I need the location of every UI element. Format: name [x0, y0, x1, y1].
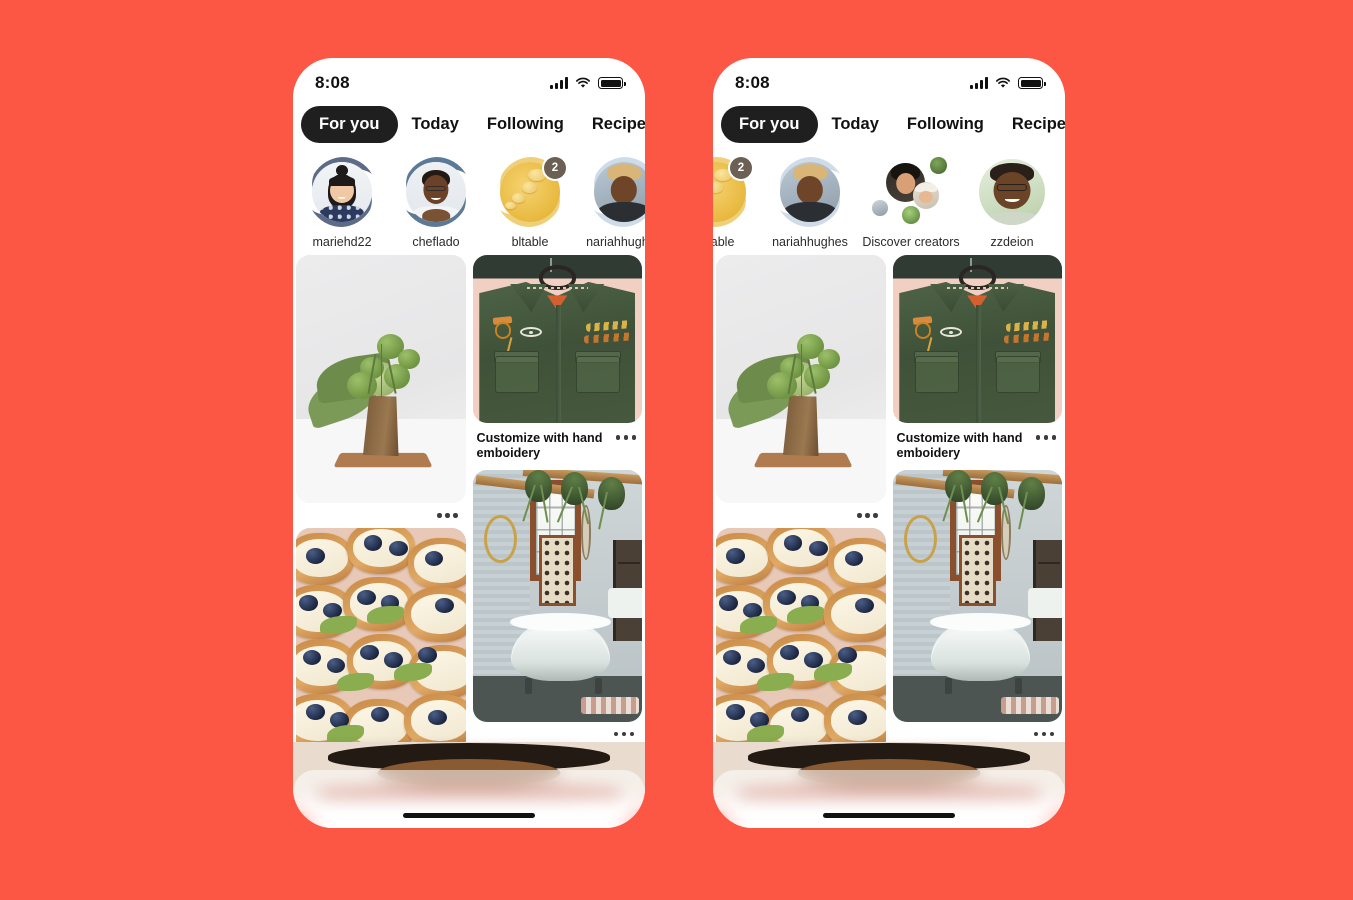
story-item-mariehd22[interactable]: mariehd22 — [295, 157, 389, 249]
avatar-nariahhughes — [780, 162, 840, 222]
pin-column-left — [716, 255, 886, 803]
tab-following[interactable]: Following — [893, 106, 998, 143]
cellular-bars-icon — [550, 77, 568, 89]
pin-column-right: Customize with hand emboidery — [892, 255, 1063, 803]
more-options-icon[interactable] — [1034, 431, 1059, 444]
story-item-cheflado[interactable]: cheflado — [389, 157, 483, 249]
pin-caption-row: Customize with hand emboidery — [893, 423, 1063, 464]
pin-image-plant-vase[interactable] — [296, 255, 466, 503]
pin-image-embroidered-jacket[interactable] — [892, 255, 1062, 423]
more-options-icon[interactable] — [614, 431, 639, 444]
story-item-discover-creators[interactable]: Discover creators — [857, 157, 965, 249]
battery-full-icon — [1018, 77, 1046, 89]
tab-for-you[interactable]: For you — [301, 106, 398, 143]
pin-grid: Customize with hand emboidery — [713, 255, 1065, 803]
pin-grid: Customize with hand emboidery — [293, 255, 645, 803]
pin-image-plant-vase[interactable] — [716, 255, 886, 503]
tab-today[interactable]: Today — [398, 106, 473, 143]
pin-card-jacket[interactable]: Customize with hand emboidery — [472, 255, 643, 464]
story-ring — [775, 157, 845, 227]
avatar-nariahhughes — [594, 162, 645, 222]
pin-card-plant[interactable] — [716, 255, 886, 522]
tab-following[interactable]: Following — [473, 106, 578, 143]
story-username: Discover creators — [862, 235, 960, 249]
story-username: bltable — [511, 235, 549, 249]
pin-title: Customize with hand emboidery — [896, 431, 1023, 461]
phone-mockup-right: 8:08 For you Today Following Recipes — [713, 58, 1065, 828]
battery-full-icon — [598, 77, 626, 89]
bottom-sheet-overlay — [713, 770, 1065, 828]
pin-column-left — [296, 255, 466, 803]
more-options-icon[interactable] — [855, 509, 880, 522]
story-item-bltable[interactable]: 2 bltable — [713, 157, 763, 249]
more-options-icon[interactable] — [1032, 728, 1057, 741]
story-username: mariehd22 — [312, 235, 372, 249]
avatar-cheflado — [406, 162, 466, 222]
status-indicators — [550, 77, 626, 89]
story-username: zzdeion — [990, 235, 1034, 249]
story-username: bltable — [713, 235, 735, 249]
story-ring — [589, 157, 645, 227]
pin-card-plant[interactable] — [296, 255, 466, 522]
tab-recipes[interactable]: Recipes — [998, 106, 1065, 143]
pin-card-bathroom[interactable] — [472, 469, 643, 741]
poster-background: 8:08 For you Today Following Recipes — [0, 0, 1353, 900]
story-ring: 2 — [713, 157, 752, 227]
story-ring — [401, 157, 471, 227]
avatar-zzdeion — [979, 159, 1045, 225]
tab-recipes[interactable]: Recipes — [578, 106, 645, 143]
story-ring — [307, 157, 377, 227]
pin-card-jacket[interactable]: Customize with hand emboidery — [892, 255, 1063, 464]
status-time: 8:08 — [315, 73, 350, 92]
pin-image-bathroom[interactable] — [892, 469, 1062, 722]
story-item-bltable[interactable]: 2 bltable — [483, 157, 577, 249]
blurred-panel — [293, 770, 645, 828]
cellular-bars-icon — [970, 77, 988, 89]
more-options-icon[interactable] — [612, 728, 637, 741]
phone-mockup-left: 8:08 For you Today Following Recipes — [293, 58, 645, 828]
blurred-panel — [713, 770, 1065, 828]
home-indicator-bar — [823, 813, 955, 818]
creator-cluster-avatar — [872, 157, 950, 227]
story-username: nariahhughes — [772, 235, 848, 249]
pin-overflow-row — [716, 503, 886, 522]
bottom-sheet-overlay — [293, 770, 645, 828]
story-ring: 2 — [495, 157, 566, 227]
pin-column-right: Customize with hand emboidery — [472, 255, 643, 803]
pin-image-embroidered-jacket[interactable] — [472, 255, 642, 423]
home-indicator-bar — [403, 813, 535, 818]
status-bar: 8:08 — [713, 58, 1065, 102]
story-rail[interactable]: mariehd22 cheflado 2 bltable nariahhug — [293, 153, 645, 255]
pin-overflow-row — [473, 722, 643, 741]
story-rail[interactable]: 2 bltable — [713, 153, 1065, 255]
tab-for-you[interactable]: For you — [721, 106, 818, 143]
status-bar: 8:08 — [293, 58, 645, 102]
avatar-mariehd22 — [312, 162, 372, 222]
story-unread-badge: 2 — [730, 157, 752, 179]
wifi-icon — [576, 77, 590, 88]
story-ring — [977, 157, 1047, 227]
pin-image-bathroom[interactable] — [472, 469, 642, 722]
tab-today[interactable]: Today — [818, 106, 893, 143]
status-indicators — [970, 77, 1046, 89]
more-options-icon[interactable] — [435, 509, 460, 522]
story-username: nariahhughes — [586, 235, 645, 249]
story-unread-badge: 2 — [544, 157, 566, 179]
pin-overflow-row — [296, 503, 466, 522]
app-screen-left: 8:08 For you Today Following Recipes — [293, 58, 645, 828]
story-item-nariahhughes[interactable]: nariahhughes — [763, 157, 857, 249]
app-screen-right: 8:08 For you Today Following Recipes — [713, 58, 1065, 828]
feed-tab-bar: For you Today Following Recipes — [293, 102, 645, 153]
story-username: cheflado — [412, 235, 460, 249]
feed-tab-bar: For you Today Following Recipes — [713, 102, 1065, 153]
pin-caption-row: Customize with hand emboidery — [473, 423, 643, 464]
pin-title: Customize with hand emboidery — [476, 431, 603, 461]
pin-overflow-row — [893, 722, 1063, 741]
creator-cluster-ring — [872, 157, 950, 227]
status-time: 8:08 — [735, 73, 770, 92]
story-item-zzdeion[interactable]: zzdeion — [965, 157, 1059, 249]
story-item-nariahhughes[interactable]: nariahhughes — [577, 157, 645, 249]
pin-card-bathroom[interactable] — [892, 469, 1063, 741]
wifi-icon — [996, 77, 1010, 88]
